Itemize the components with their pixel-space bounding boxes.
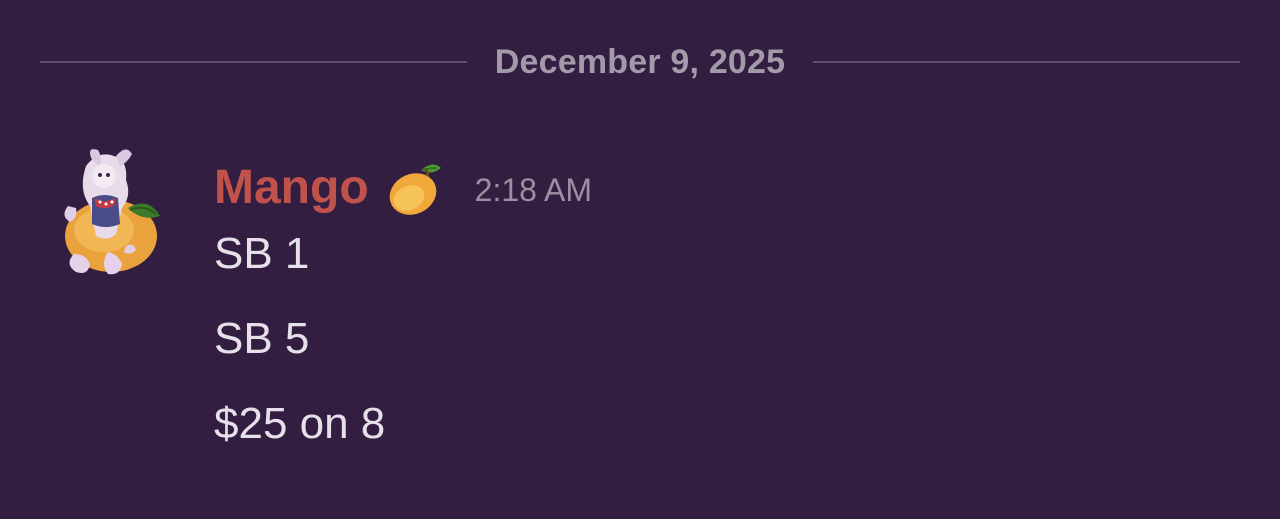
avatar[interactable] [56, 146, 166, 284]
divider-line-right [813, 61, 1241, 63]
message-timestamp[interactable]: 2:18 AM [475, 160, 592, 220]
username[interactable]: Mango [214, 158, 369, 218]
message-content: Mango 2:18 AM SB 1 SB 5 $25 on 8 [214, 158, 1214, 483]
mango-emoji-icon [385, 158, 443, 218]
date-divider: December 9, 2025 [40, 40, 1241, 84]
message-line: SB 1 [214, 229, 310, 278]
date-divider-label: December 9, 2025 [494, 43, 786, 81]
message-line: SB 5 [214, 314, 310, 363]
divider-line-left [40, 61, 467, 63]
message-body: SB 1 SB 5 $25 on 8 [214, 228, 1214, 450]
message-header: Mango 2:18 AM [214, 158, 1214, 218]
mango-avatar-icon [64, 149, 160, 275]
message-line: $25 on 8 [214, 399, 386, 448]
